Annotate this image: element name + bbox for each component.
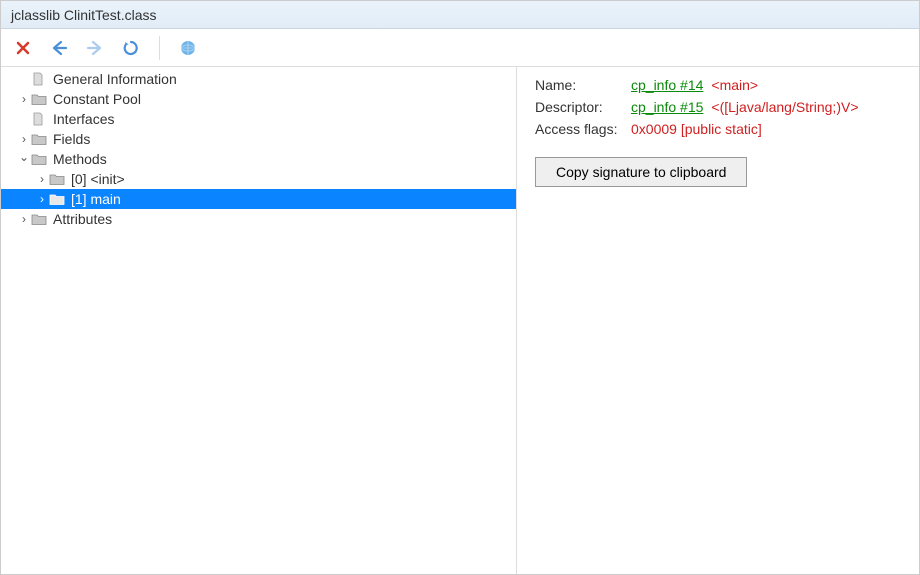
tree-item-0[interactable]: General Information [1,69,516,89]
tree-item-label: Constant Pool [53,91,141,107]
refresh-button[interactable] [119,36,143,60]
tree-item-label: Methods [53,151,107,167]
back-button[interactable] [47,36,71,60]
window-titlebar: jclasslib ClinitTest.class [1,1,919,29]
forward-button[interactable] [83,36,107,60]
folder-icon [49,192,65,206]
tree-item-6[interactable]: › [1] main [1,189,516,209]
folder-icon [31,152,47,166]
tree-item-label: General Information [53,71,177,87]
folder-icon [31,132,47,146]
tree-item-label: Interfaces [53,111,114,127]
window-title: jclasslib ClinitTest.class [11,7,156,23]
close-icon [15,40,31,56]
folder-icon [31,92,47,106]
descriptor-value: <([Ljava/lang/String;)V> [711,99,858,115]
detail-row-flags: Access flags: 0x0009 [public static] [535,121,901,137]
name-value: <main> [711,77,758,93]
close-button[interactable] [11,36,35,60]
tree-panel: General Information › Constant Pool Interfa… [1,67,517,574]
main-area: General Information › Constant Pool Interfa… [1,67,919,574]
tree-item-3[interactable]: › Fields [1,129,516,149]
descriptor-label: Descriptor: [535,99,631,115]
tree-item-label: [0] <init> [71,171,125,187]
name-cp-link[interactable]: cp_info #14 [631,77,703,93]
arrow-left-icon [50,40,68,56]
name-label: Name: [535,77,631,93]
web-button[interactable] [176,36,200,60]
chevron-icon[interactable]: › [35,172,49,186]
folder-icon [31,212,47,226]
detail-row-descriptor: Descriptor: cp_info #15 <([Ljava/lang/St… [535,99,901,115]
tree-item-label: Attributes [53,211,112,227]
tree-item-label: [1] main [71,191,121,207]
detail-panel: Name: cp_info #14 <main> Descriptor: cp_… [517,67,919,574]
detail-row-name: Name: cp_info #14 <main> [535,77,901,93]
chevron-icon[interactable]: ⌄ [17,150,31,164]
arrow-right-icon [86,40,104,56]
tree-item-1[interactable]: › Constant Pool [1,89,516,109]
toolbar [1,29,919,67]
tree-item-4[interactable]: ⌄ Methods [1,149,516,169]
toolbar-separator [159,36,160,60]
tree-item-2[interactable]: Interfaces [1,109,516,129]
file-icon [31,72,47,86]
chevron-icon[interactable]: › [35,192,49,206]
flags-value: 0x0009 [public static] [631,121,762,137]
descriptor-cp-link[interactable]: cp_info #15 [631,99,703,115]
chevron-icon[interactable]: › [17,92,31,106]
chevron-icon[interactable]: › [17,212,31,226]
tree-item-7[interactable]: › Attributes [1,209,516,229]
file-icon [31,112,47,126]
folder-icon [49,172,65,186]
tree-item-label: Fields [53,131,90,147]
chevron-icon[interactable]: › [17,132,31,146]
flags-label: Access flags: [535,121,631,137]
copy-signature-button[interactable]: Copy signature to clipboard [535,157,747,187]
refresh-icon [122,39,140,57]
globe-icon [179,39,197,57]
tree-item-5[interactable]: › [0] <init> [1,169,516,189]
